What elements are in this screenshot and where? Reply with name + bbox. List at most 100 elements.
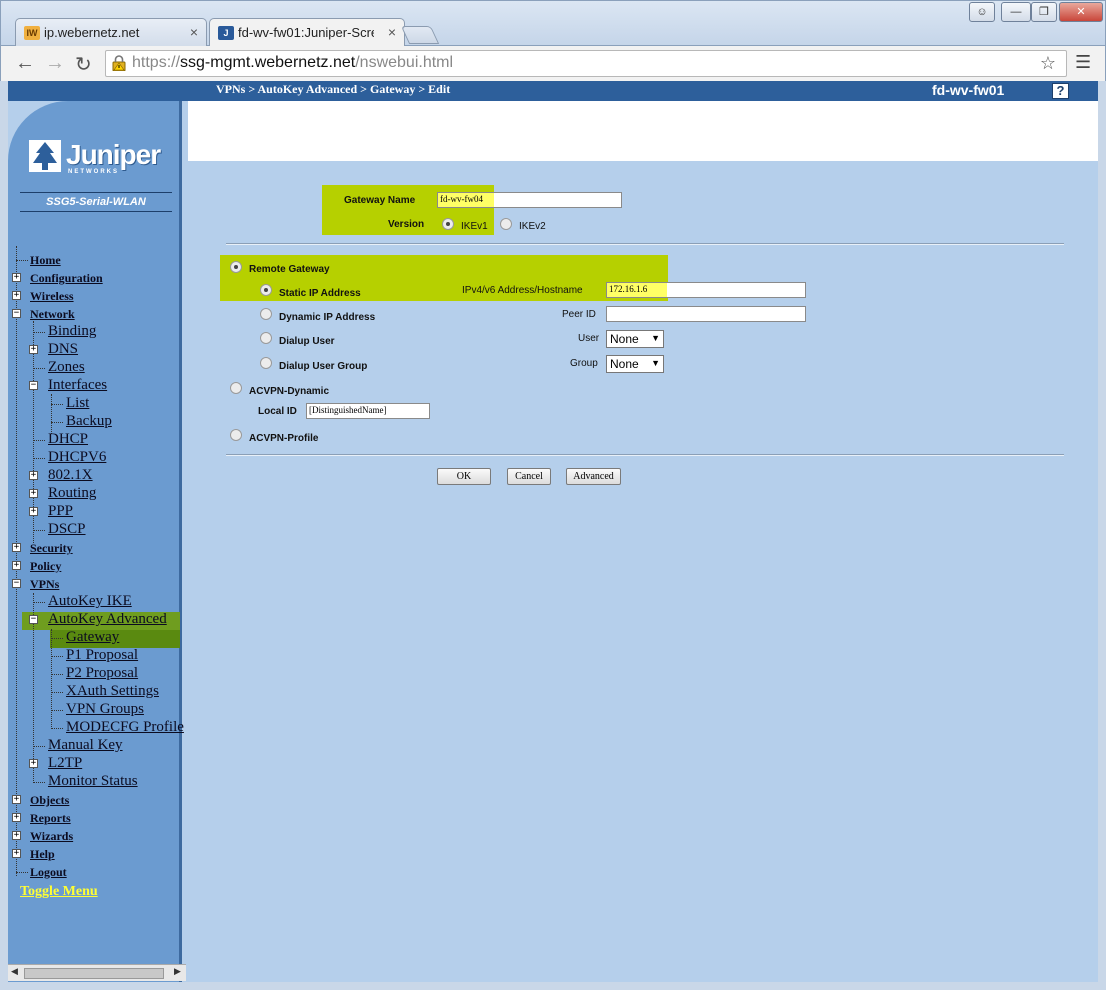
- scroll-left-icon[interactable]: ◀: [11, 966, 18, 977]
- sidebar-item-list[interactable]: List: [8, 395, 188, 413]
- sidebar-item-l2tp[interactable]: + L2TP: [8, 755, 188, 773]
- close-window-icon[interactable]: ✕: [1059, 2, 1103, 22]
- expand-icon[interactable]: +: [12, 291, 21, 300]
- sidebar-item-dscp[interactable]: DSCP: [8, 521, 188, 539]
- bookmark-star-icon[interactable]: ☆: [1040, 53, 1056, 74]
- user-icon[interactable]: ☺: [969, 2, 995, 22]
- help-icon[interactable]: ?: [1052, 83, 1069, 99]
- ipv4v6-input[interactable]: [667, 282, 806, 298]
- sidebar-item-interfaces[interactable]: − Interfaces: [8, 377, 188, 395]
- sidebar-item-logout[interactable]: Logout: [8, 863, 188, 881]
- sidebar-item-p1-proposal[interactable]: P1 Proposal: [8, 647, 188, 665]
- gateway-name-input[interactable]: [494, 192, 622, 208]
- gateway-name-input-filled[interactable]: fd-wv-fw04: [437, 192, 495, 208]
- sidebar-item-security[interactable]: + Security: [8, 539, 188, 557]
- ipv4v6-input-filled[interactable]: 172.16.1.6: [606, 282, 668, 298]
- ok-button[interactable]: OK: [437, 468, 491, 485]
- expand-icon[interactable]: +: [29, 345, 38, 354]
- expand-icon[interactable]: +: [12, 273, 21, 282]
- sidebar-item-monitor-status[interactable]: Monitor Status: [8, 773, 188, 791]
- scroll-thumb[interactable]: [24, 968, 164, 979]
- restore-icon[interactable]: ❐: [1031, 2, 1057, 22]
- sidebar-item-label: Wizards: [30, 829, 74, 843]
- sidebar-horizontal-scrollbar[interactable]: ◀ ▶: [8, 964, 186, 981]
- static-ip-radio[interactable]: [260, 284, 272, 296]
- dialup-group-radio[interactable]: [260, 357, 272, 369]
- tree-branch: [51, 404, 63, 405]
- gateway-name-label: Gateway Name: [344, 195, 416, 206]
- expand-icon[interactable]: +: [12, 543, 21, 552]
- dynamic-ip-radio[interactable]: [260, 308, 272, 320]
- ikev2-radio[interactable]: [500, 218, 512, 230]
- device-model: SSG5-Serial-WLAN: [46, 196, 146, 208]
- sidebar-item-wireless[interactable]: + Wireless: [8, 287, 188, 305]
- sidebar-item-modecfg-profile[interactable]: MODECFG Profile: [8, 719, 188, 737]
- collapse-icon[interactable]: −: [12, 309, 21, 318]
- sidebar-item-gateway[interactable]: Gateway: [8, 629, 188, 647]
- tab-juniper-screenos[interactable]: J fd-wv-fw01:Juniper-Screen ×: [209, 18, 405, 48]
- sidebar-item-label: Interfaces: [48, 377, 108, 393]
- peer-id-input[interactable]: [606, 306, 806, 322]
- sidebar-item-vpn-groups[interactable]: VPN Groups: [8, 701, 188, 719]
- sidebar-item-help[interactable]: + Help: [8, 845, 188, 863]
- sidebar-item-dns[interactable]: + DNS: [8, 341, 188, 359]
- expand-icon[interactable]: +: [29, 471, 38, 480]
- expand-icon[interactable]: +: [12, 849, 21, 858]
- sidebar-item-dhcp[interactable]: DHCP: [8, 431, 188, 449]
- expand-icon[interactable]: +: [12, 831, 21, 840]
- collapse-icon[interactable]: −: [12, 579, 21, 588]
- toggle-menu-link[interactable]: Toggle Menu: [20, 884, 98, 900]
- sidebar-item-binding[interactable]: Binding: [8, 323, 188, 341]
- sidebar-item-8021x[interactable]: +802.1X: [8, 467, 188, 485]
- sidebar-item-home[interactable]: Home: [8, 251, 188, 269]
- sidebar-item-zones[interactable]: Zones: [8, 359, 188, 377]
- sidebar-item-objects[interactable]: + Objects: [8, 791, 188, 809]
- sidebar-item-xauth-settings[interactable]: XAuth Settings: [8, 683, 188, 701]
- sidebar-item-routing[interactable]: + Routing: [8, 485, 188, 503]
- sidebar-item-configuration[interactable]: + Configuration: [8, 269, 188, 287]
- tab-ip-webernetz[interactable]: IW ip.webernetz.net ×: [15, 18, 207, 47]
- chrome-menu-icon[interactable]: ☰: [1075, 52, 1091, 73]
- expand-icon[interactable]: +: [12, 561, 21, 570]
- remote-gateway-radio[interactable]: [230, 261, 242, 273]
- sidebar-item-autokey-ike[interactable]: AutoKey IKE: [8, 593, 188, 611]
- cancel-button[interactable]: Cancel: [507, 468, 551, 485]
- sidebar-item-label: XAuth Settings: [66, 683, 159, 699]
- dialup-user-radio[interactable]: [260, 332, 272, 344]
- sidebar-item-autokey-advanced[interactable]: − AutoKey Advanced: [8, 611, 188, 629]
- new-tab-button[interactable]: [400, 26, 440, 44]
- sidebar-item-p2-proposal[interactable]: P2 Proposal: [8, 665, 188, 683]
- sidebar-item-wizards[interactable]: + Wizards: [8, 827, 188, 845]
- sidebar-item-ppp[interactable]: + PPP: [8, 503, 188, 521]
- sidebar-item-vpns[interactable]: − VPNs: [8, 575, 188, 593]
- advanced-button[interactable]: Advanced: [566, 468, 621, 485]
- sidebar-item-reports[interactable]: + Reports: [8, 809, 188, 827]
- close-tab-icon[interactable]: ×: [388, 24, 396, 40]
- acvpn-profile-radio[interactable]: [230, 429, 242, 441]
- collapse-icon[interactable]: −: [29, 615, 38, 624]
- back-icon[interactable]: ←: [15, 52, 35, 75]
- expand-icon[interactable]: +: [12, 813, 21, 822]
- expand-icon[interactable]: +: [29, 507, 38, 516]
- address-bar[interactable]: https://ssg-mgmt.webernetz.net/nswebui.h…: [105, 50, 1067, 77]
- sidebar-item-network[interactable]: − Network: [8, 305, 188, 323]
- acvpn-dynamic-radio[interactable]: [230, 382, 242, 394]
- sidebar-item-backup[interactable]: Backup: [8, 413, 188, 431]
- scroll-right-icon[interactable]: ▶: [174, 966, 181, 977]
- tree-branch: [51, 422, 63, 423]
- expand-icon[interactable]: +: [12, 795, 21, 804]
- local-id-input[interactable]: [DistinguishedName]: [306, 403, 430, 419]
- user-select[interactable]: None ▼: [606, 330, 664, 348]
- minimize-icon[interactable]: —: [1001, 2, 1031, 22]
- group-select[interactable]: None ▼: [606, 355, 664, 373]
- collapse-icon[interactable]: −: [29, 381, 38, 390]
- close-tab-icon[interactable]: ×: [190, 24, 198, 40]
- expand-icon[interactable]: +: [29, 489, 38, 498]
- ikev1-radio[interactable]: [442, 218, 454, 230]
- sidebar-item-manual-key[interactable]: Manual Key: [8, 737, 188, 755]
- sidebar-item-policy[interactable]: + Policy: [8, 557, 188, 575]
- expand-icon[interactable]: +: [29, 759, 38, 768]
- reload-icon[interactable]: ↻: [75, 52, 92, 77]
- forward-icon[interactable]: →: [45, 52, 65, 75]
- sidebar-item-dhcpv6[interactable]: DHCPV6: [8, 449, 188, 467]
